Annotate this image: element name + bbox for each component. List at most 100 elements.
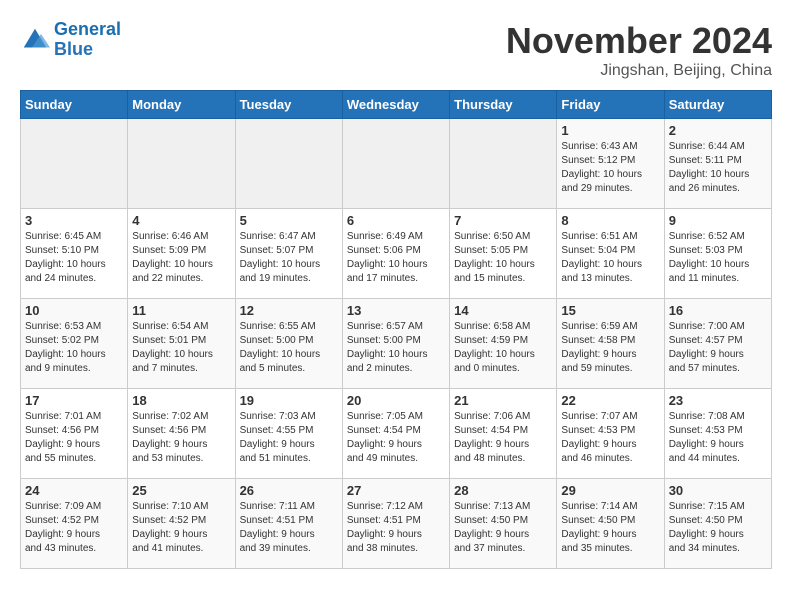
day-info: Sunrise: 7:11 AM Sunset: 4:51 PM Dayligh… — [240, 500, 338, 556]
weekday-header-thursday: Thursday — [450, 91, 557, 119]
calendar-cell — [128, 119, 235, 209]
calendar-cell: 19 Sunrise: 7:03 AM Sunset: 4:55 PM Dayli… — [235, 389, 342, 479]
logo-text: General Blue — [54, 20, 121, 60]
weekday-header-row: SundayMondayTuesdayWednesdayThursdayFrid… — [21, 91, 772, 119]
day-number: 15 — [561, 303, 659, 318]
calendar-cell — [235, 119, 342, 209]
calendar-cell: 26Sunrise: 7:11 AM Sunset: 4:51 PM Dayli… — [235, 479, 342, 569]
weekday-header-wednesday: Wednesday — [342, 91, 449, 119]
day-number: 16 — [669, 303, 767, 318]
calendar-cell: 25 Sunrise: 7:10 AM Sunset: 4:52 PM Dayli… — [128, 479, 235, 569]
day-number: 3 — [25, 213, 123, 228]
day-number: 21 — [454, 393, 552, 408]
page-header: General Blue November 2024 Jingshan, Bei… — [20, 20, 772, 80]
calendar-cell: 22 Sunrise: 7:07 AM Sunset: 4:53 PM Dayli… — [557, 389, 664, 479]
calendar-cell: 29 Sunrise: 7:14 AM Sunset: 4:50 PM Dayli… — [557, 479, 664, 569]
calendar-cell: 30 Sunrise: 7:15 AM Sunset: 4:50 PM Dayli… — [664, 479, 771, 569]
calendar-table: SundayMondayTuesdayWednesdayThursdayFrid… — [20, 90, 772, 569]
day-number: 19 — [240, 393, 338, 408]
calendar-cell: 17Sunrise: 7:01 AM Sunset: 4:56 PM Dayli… — [21, 389, 128, 479]
location-subtitle: Jingshan, Beijing, China — [506, 62, 772, 80]
day-info: Sunrise: 6:43 AM Sunset: 5:12 PM Dayligh… — [561, 140, 659, 196]
calendar-cell: 2 Sunrise: 6:44 AM Sunset: 5:11 PM Daylig… — [664, 119, 771, 209]
calendar-cell: 15 Sunrise: 6:59 AM Sunset: 4:58 PM Dayli… — [557, 299, 664, 389]
day-info: Sunrise: 6:49 AM Sunset: 5:06 PM Dayligh… — [347, 230, 445, 286]
calendar-cell: 21 Sunrise: 7:06 AM Sunset: 4:54 PM Dayli… — [450, 389, 557, 479]
day-number: 10 — [25, 303, 123, 318]
weekday-header-tuesday: Tuesday — [235, 91, 342, 119]
calendar-week-row: 3Sunrise: 6:45 AM Sunset: 5:10 PM Daylig… — [21, 209, 772, 299]
day-info: Sunrise: 6:55 AM Sunset: 5:00 PM Dayligh… — [240, 320, 338, 376]
day-number: 6 — [347, 213, 445, 228]
calendar-cell: 3Sunrise: 6:45 AM Sunset: 5:10 PM Daylig… — [21, 209, 128, 299]
day-info: Sunrise: 6:54 AM Sunset: 5:01 PM Dayligh… — [132, 320, 230, 376]
day-info: Sunrise: 7:13 AM Sunset: 4:50 PM Dayligh… — [454, 500, 552, 556]
day-number: 5 — [240, 213, 338, 228]
day-info: Sunrise: 7:08 AM Sunset: 4:53 PM Dayligh… — [669, 410, 767, 466]
calendar-cell: 23Sunrise: 7:08 AM Sunset: 4:53 PM Dayli… — [664, 389, 771, 479]
day-number: 28 — [454, 483, 552, 498]
logo: General Blue — [20, 20, 121, 60]
day-info: Sunrise: 7:15 AM Sunset: 4:50 PM Dayligh… — [669, 500, 767, 556]
day-number: 2 — [669, 123, 767, 138]
day-number: 24 — [25, 483, 123, 498]
logo-icon — [20, 25, 50, 55]
day-number: 30 — [669, 483, 767, 498]
calendar-body: 1Sunrise: 6:43 AM Sunset: 5:12 PM Daylig… — [21, 119, 772, 569]
calendar-cell: 11 Sunrise: 6:54 AM Sunset: 5:01 PM Dayli… — [128, 299, 235, 389]
day-info: Sunrise: 6:53 AM Sunset: 5:02 PM Dayligh… — [25, 320, 123, 376]
day-info: Sunrise: 7:02 AM Sunset: 4:56 PM Dayligh… — [132, 410, 230, 466]
day-number: 11 — [132, 303, 230, 318]
calendar-week-row: 1Sunrise: 6:43 AM Sunset: 5:12 PM Daylig… — [21, 119, 772, 209]
calendar-week-row: 17Sunrise: 7:01 AM Sunset: 4:56 PM Dayli… — [21, 389, 772, 479]
day-info: Sunrise: 7:01 AM Sunset: 4:56 PM Dayligh… — [25, 410, 123, 466]
day-info: Sunrise: 6:47 AM Sunset: 5:07 PM Dayligh… — [240, 230, 338, 286]
calendar-cell: 20 Sunrise: 7:05 AM Sunset: 4:54 PM Dayli… — [342, 389, 449, 479]
calendar-week-row: 24 Sunrise: 7:09 AM Sunset: 4:52 PM Dayli… — [21, 479, 772, 569]
weekday-header-monday: Monday — [128, 91, 235, 119]
day-number: 25 — [132, 483, 230, 498]
day-number: 7 — [454, 213, 552, 228]
calendar-cell: 10 Sunrise: 6:53 AM Sunset: 5:02 PM Dayli… — [21, 299, 128, 389]
day-info: Sunrise: 7:05 AM Sunset: 4:54 PM Dayligh… — [347, 410, 445, 466]
day-number: 29 — [561, 483, 659, 498]
day-number: 4 — [132, 213, 230, 228]
day-info: Sunrise: 6:58 AM Sunset: 4:59 PM Dayligh… — [454, 320, 552, 376]
weekday-header-sunday: Sunday — [21, 91, 128, 119]
day-info: Sunrise: 7:12 AM Sunset: 4:51 PM Dayligh… — [347, 500, 445, 556]
day-info: Sunrise: 7:10 AM Sunset: 4:52 PM Dayligh… — [132, 500, 230, 556]
calendar-week-row: 10 Sunrise: 6:53 AM Sunset: 5:02 PM Dayli… — [21, 299, 772, 389]
day-info: Sunrise: 7:07 AM Sunset: 4:53 PM Dayligh… — [561, 410, 659, 466]
day-info: Sunrise: 7:03 AM Sunset: 4:55 PM Dayligh… — [240, 410, 338, 466]
calendar-cell: 7Sunrise: 6:50 AM Sunset: 5:05 PM Daylig… — [450, 209, 557, 299]
day-number: 8 — [561, 213, 659, 228]
day-number: 9 — [669, 213, 767, 228]
day-number: 27 — [347, 483, 445, 498]
day-info: Sunrise: 6:46 AM Sunset: 5:09 PM Dayligh… — [132, 230, 230, 286]
calendar-cell: 6 Sunrise: 6:49 AM Sunset: 5:06 PM Daylig… — [342, 209, 449, 299]
day-number: 22 — [561, 393, 659, 408]
calendar-cell: 12Sunrise: 6:55 AM Sunset: 5:00 PM Dayli… — [235, 299, 342, 389]
calendar-cell — [21, 119, 128, 209]
month-title: November 2024 — [506, 20, 772, 62]
calendar-cell — [450, 119, 557, 209]
day-info: Sunrise: 7:06 AM Sunset: 4:54 PM Dayligh… — [454, 410, 552, 466]
calendar-cell: 1Sunrise: 6:43 AM Sunset: 5:12 PM Daylig… — [557, 119, 664, 209]
day-info: Sunrise: 6:51 AM Sunset: 5:04 PM Dayligh… — [561, 230, 659, 286]
calendar-cell: 24 Sunrise: 7:09 AM Sunset: 4:52 PM Dayli… — [21, 479, 128, 569]
day-info: Sunrise: 7:09 AM Sunset: 4:52 PM Dayligh… — [25, 500, 123, 556]
day-info: Sunrise: 7:14 AM Sunset: 4:50 PM Dayligh… — [561, 500, 659, 556]
calendar-cell: 4 Sunrise: 6:46 AM Sunset: 5:09 PM Daylig… — [128, 209, 235, 299]
day-info: Sunrise: 6:44 AM Sunset: 5:11 PM Dayligh… — [669, 140, 767, 196]
calendar-cell: 16Sunrise: 7:00 AM Sunset: 4:57 PM Dayli… — [664, 299, 771, 389]
calendar-cell: 18Sunrise: 7:02 AM Sunset: 4:56 PM Dayli… — [128, 389, 235, 479]
calendar-header: SundayMondayTuesdayWednesdayThursdayFrid… — [21, 91, 772, 119]
calendar-cell — [342, 119, 449, 209]
day-number: 14 — [454, 303, 552, 318]
calendar-cell: 8 Sunrise: 6:51 AM Sunset: 5:04 PM Daylig… — [557, 209, 664, 299]
day-number: 13 — [347, 303, 445, 318]
day-number: 20 — [347, 393, 445, 408]
day-info: Sunrise: 6:59 AM Sunset: 4:58 PM Dayligh… — [561, 320, 659, 376]
weekday-header-saturday: Saturday — [664, 91, 771, 119]
calendar-cell: 27 Sunrise: 7:12 AM Sunset: 4:51 PM Dayli… — [342, 479, 449, 569]
